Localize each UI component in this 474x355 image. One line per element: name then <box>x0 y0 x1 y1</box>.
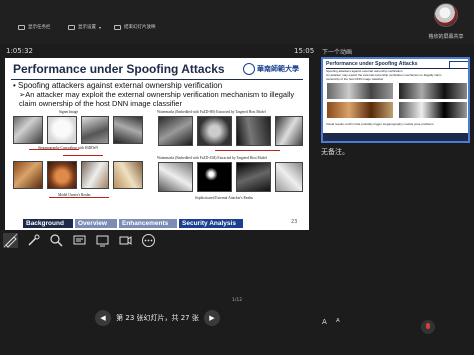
zoom-button[interactable] <box>49 233 64 248</box>
camera-button[interactable] <box>118 233 133 248</box>
slide-position-text[interactable]: 第 23 张幻灯片，共 27 张 <box>116 313 199 323</box>
avatar <box>434 3 458 27</box>
university-logo-text: 華南師範大學 <box>257 64 299 73</box>
camera-icon <box>119 235 132 245</box>
footer-nav-enhancements: Enhancements <box>119 219 177 228</box>
slide-page-number: 23 <box>291 219 298 225</box>
title-divider <box>11 79 303 80</box>
sample-image <box>236 116 271 146</box>
end-slideshow-button[interactable]: 结束幻灯片放映 <box>114 24 156 30</box>
page-counter: 1/12 <box>232 298 243 303</box>
caption-watermarks-fd2: Watermarks (Embedded with FaZD-Z04) Extr… <box>157 156 267 160</box>
chevron-down-icon: ▾ <box>99 24 102 30</box>
preview-image-strip <box>327 83 393 99</box>
annotation-underline <box>215 150 280 151</box>
footer-nav-overview: Overview <box>75 219 117 228</box>
slide-navigation: ◀ 第 23 张幻灯片，共 27 张 ▶ <box>95 309 220 327</box>
next-slide-preview[interactable]: Performance under Spoofing Attacks Spoof… <box>321 57 470 143</box>
sample-image <box>81 116 109 144</box>
laser-pointer-button[interactable] <box>26 233 41 248</box>
subtitles-icon <box>73 235 86 244</box>
end-slideshow-label: 结束幻灯片放映 <box>124 25 156 30</box>
pen-tool-button[interactable] <box>3 232 18 248</box>
previous-slide-button[interactable]: ◀ <box>95 310 111 326</box>
sample-image <box>197 116 232 146</box>
pen-icon <box>3 233 18 248</box>
slide-bullet-1: • Spoofing attackers against external ow… <box>13 81 223 90</box>
monitor-icon <box>68 24 75 30</box>
university-logo: 華南師範大學 <box>243 62 305 76</box>
taskbar-icon <box>18 24 25 30</box>
increase-font-button[interactable]: A <box>322 318 327 326</box>
sample-image <box>275 162 303 192</box>
magnifier-icon <box>50 233 63 247</box>
signet-image <box>47 116 77 144</box>
sample-image <box>113 161 143 189</box>
sample-image <box>47 161 77 189</box>
show-taskbar-label: 显示任务栏 <box>28 25 51 30</box>
slide-header: 1:05:32 15:05 <box>0 45 315 57</box>
slide-tools <box>3 231 156 249</box>
display-settings-button[interactable]: 显示设置 ▾ <box>68 24 101 30</box>
next-slide-note: Visual results confirm that probably tri… <box>326 122 434 126</box>
slide-bullet-1-text: Spoofing attackers against external owne… <box>18 81 223 90</box>
sample-image <box>236 162 271 192</box>
more-icon <box>142 233 155 247</box>
screen-share-user[interactable]: 格欣的屏幕共享 <box>422 3 470 40</box>
slide-bullet-2: ➢An attacker may exploit the external ow… <box>19 90 295 108</box>
presenter-toolbar: 显示任务栏 显示设置 ▾ 结束幻灯片放映 格欣的屏幕共享 <box>0 0 474 44</box>
caption-watermarks-fd: Watermarks (Embedded with FaZD-HS) Extra… <box>157 110 266 114</box>
slide-footer: Background Overview Enhancements Securit… <box>5 218 309 230</box>
sample-image <box>113 116 143 144</box>
sample-image <box>13 161 43 189</box>
show-taskbar-button[interactable]: 显示任务栏 <box>18 24 51 30</box>
end-show-icon <box>114 24 121 30</box>
more-options-button[interactable] <box>141 233 156 248</box>
footer-nav-background: Background <box>23 219 73 228</box>
next-slide-footer <box>323 133 468 141</box>
display-settings-label: 显示设置 <box>78 25 96 30</box>
slide-bullet-2-text: An attacker may exploit the external own… <box>19 90 295 108</box>
slide-title: Performance under Spoofing Attacks <box>13 62 225 76</box>
decrease-font-button[interactable]: A <box>336 318 340 324</box>
user-name: 格欣的屏幕共享 <box>428 34 464 40</box>
caption-attacker-realm: Sophisticated External Attacker's Realm <box>195 196 253 200</box>
annotation-underline <box>63 155 103 156</box>
sample-image <box>158 116 193 146</box>
microphone-icon[interactable] <box>421 320 435 334</box>
sample-image <box>197 162 232 192</box>
clock: 15:05 <box>294 47 315 55</box>
next-animation-label: 下一个动画 <box>322 49 353 56</box>
sample-image <box>81 161 109 189</box>
footer-nav-security-analysis: Security Analysis <box>179 219 243 228</box>
preview-image-strip <box>327 102 393 118</box>
black-screen-button[interactable] <box>95 233 110 248</box>
next-slide-title: Performance under Spoofing Attacks <box>326 61 418 67</box>
preview-image-strip <box>399 83 467 99</box>
preview-image-strip <box>399 102 467 118</box>
next-slide-button[interactable]: ▶ <box>204 310 220 326</box>
subtitles-button[interactable] <box>72 233 87 248</box>
elapsed-timer[interactable]: 1:05:32 <box>6 47 33 55</box>
screen-icon <box>96 235 109 246</box>
next-slide-bullet-2: An attacker may exploit the external own… <box>326 73 442 81</box>
sample-image <box>158 162 193 192</box>
sample-image <box>13 116 43 144</box>
current-slide[interactable]: Performance under Spoofing Attacks 華南師範大… <box>5 58 309 230</box>
laser-pointer-icon <box>28 234 40 246</box>
university-seal-icon <box>243 63 255 75</box>
annotation-underline <box>49 197 109 198</box>
speaker-notes[interactable]: 无备注。 <box>321 147 349 157</box>
annotation-underline <box>29 149 79 150</box>
sample-image <box>275 116 303 146</box>
caption-signet: Signet Image <box>59 110 79 114</box>
